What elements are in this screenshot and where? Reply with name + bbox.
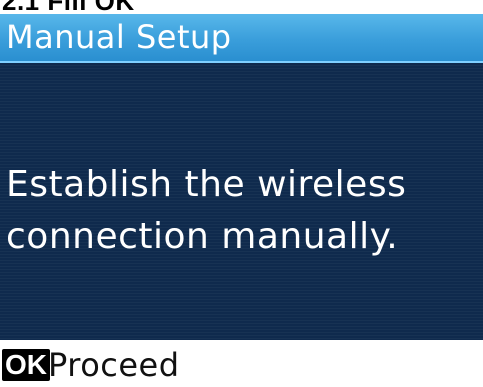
message-line-2: connection manually. (6, 216, 399, 257)
ok-button-icon[interactable]: OK (2, 349, 50, 381)
title-bar: Manual Setup (0, 14, 483, 63)
proceed-label: Proceed (48, 346, 180, 384)
header-fragment: 2.1 Fill OK (2, 0, 135, 14)
screen-title: Manual Setup (6, 18, 232, 56)
message-line-1: Establish the wireless (6, 164, 407, 205)
button-guide-bar: OK Proceed (0, 340, 483, 387)
instruction-message: Establish the wireless connection manual… (6, 159, 476, 263)
lcd-screen: Manual Setup Establish the wireless conn… (0, 14, 483, 340)
clipped-header-text: 2.1 Fill OK (0, 0, 483, 14)
